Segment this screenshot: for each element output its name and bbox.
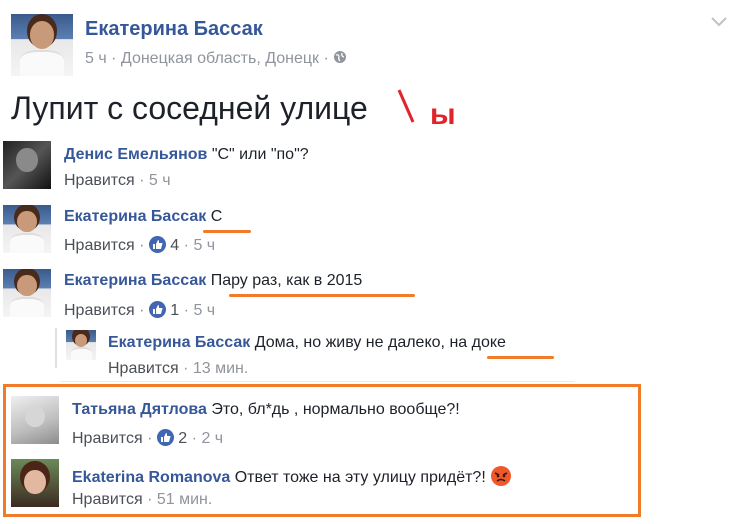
separator: · [139, 302, 145, 319]
avatar-face [16, 147, 38, 172]
post-meta: 5 ч · Донецкая область, Донецк · [85, 50, 347, 68]
like-link[interactable]: Нравится [72, 491, 143, 508]
avatar-face [25, 405, 45, 428]
post-text: Лупит с соседней улице [11, 90, 368, 126]
annotation-underline [203, 230, 251, 233]
comment-body: Екатерина Бассак Дома, но живу не далеко… [108, 334, 506, 352]
separator: · [147, 430, 153, 447]
comment-time[interactable]: 5 ч [193, 302, 215, 319]
comment-avatar[interactable] [11, 459, 59, 507]
comment-time[interactable]: 2 ч [201, 430, 223, 447]
comment-author[interactable]: Денис Емельянов [64, 146, 207, 163]
post-author-name[interactable]: Екатерина Бассак [85, 18, 263, 41]
comment-text: "С" или "по"? [211, 146, 309, 163]
comment-time[interactable]: 13 мин. [193, 360, 248, 377]
thumbs-up-icon [148, 301, 166, 318]
separator: · [147, 491, 153, 508]
comment-body: Денис Емельянов "С" или "по"? [64, 146, 309, 164]
avatar-face [17, 274, 37, 297]
comment-actions: Нравится · 13 мин. [108, 360, 248, 378]
meta-separator: · [323, 50, 334, 67]
meta-separator: · [111, 50, 121, 67]
separator: · [139, 237, 145, 254]
comment-time[interactable]: 5 ч [193, 237, 215, 254]
avatar-coat [20, 50, 64, 76]
post-author-avatar[interactable] [11, 14, 73, 76]
correction-letter: ы [430, 98, 456, 131]
separator: · [183, 237, 189, 254]
avatar-face [75, 333, 87, 348]
comment-body: Екатерина Бассак С [64, 208, 222, 226]
comment-text: Это, бл*дь , нормально вообще?! [211, 401, 460, 418]
comment-time[interactable]: 5 ч [149, 172, 171, 189]
like-link[interactable]: Нравится [108, 360, 179, 377]
comment-time[interactable]: 51 мин. [157, 491, 212, 508]
reply-thread-line [55, 328, 57, 368]
like-link[interactable]: Нравится [64, 172, 135, 189]
thumbs-up-icon [156, 429, 174, 446]
avatar-coat [10, 296, 44, 317]
separator: · [139, 172, 145, 189]
comment-body: Татьяна Дятлова Это, бл*дь , нормально в… [72, 401, 460, 419]
like-link[interactable]: Нравится [64, 237, 135, 254]
reply-avatar[interactable] [66, 330, 96, 360]
comment-avatar[interactable] [11, 396, 59, 444]
comment-actions: Нравится · 4 · 5 ч [64, 236, 215, 255]
comment-avatar[interactable] [3, 269, 51, 317]
comment-body: Ekaterina Romanova Ответ тоже на эту ули… [72, 465, 512, 487]
avatar-face [24, 469, 46, 494]
like-link[interactable]: Нравится [72, 430, 143, 447]
separator: · [191, 430, 197, 447]
separator: · [183, 360, 189, 377]
comment-author[interactable]: Ekaterina Romanova [72, 469, 230, 486]
comment-avatar[interactable] [3, 141, 51, 189]
divider [60, 381, 575, 382]
comment-actions: Нравится · 51 мин. [72, 491, 212, 509]
comment-text-highlight: на доке [449, 334, 506, 351]
comment-body: Екатерина Бассак Пару раз, как в 2015 [64, 272, 362, 290]
annotation-underline [229, 294, 415, 297]
avatar-face [17, 210, 37, 233]
angry-emoji-icon [491, 466, 512, 486]
annotation-underline [487, 356, 554, 359]
comment-author[interactable]: Екатерина Бассак [108, 334, 250, 351]
comment-author[interactable]: Татьяна Дятлова [72, 401, 207, 418]
avatar-face [29, 21, 55, 50]
thumbs-up-icon [148, 236, 166, 253]
comment-actions: Нравится · 5 ч [64, 172, 171, 190]
avatar-coat [70, 346, 92, 360]
avatar-coat [10, 232, 44, 253]
comment-text: Пару раз, как в 2015 [210, 272, 363, 289]
post-location[interactable]: Донецкая область, Донецк [121, 50, 319, 67]
comment-text: С [210, 208, 223, 225]
comment-actions: Нравится · 2 · 2 ч [72, 429, 223, 448]
comment-text: Ответ тоже на эту улицу придёт?! [234, 469, 486, 486]
comment-avatar[interactable] [3, 205, 51, 253]
comment-author[interactable]: Екатерина Бассак [64, 208, 206, 225]
like-link[interactable]: Нравится [64, 302, 135, 319]
like-count[interactable]: 4 [170, 237, 179, 254]
comment-actions: Нравится · 1 · 5 ч [64, 301, 215, 320]
separator: · [183, 302, 189, 319]
comment-text: Дома, но живу не далеко, [254, 334, 445, 351]
comment-author[interactable]: Екатерина Бассак [64, 272, 206, 289]
correction-slash [397, 89, 415, 123]
chevron-down-icon[interactable] [711, 17, 727, 27]
like-count[interactable]: 2 [178, 430, 187, 447]
like-count[interactable]: 1 [170, 302, 179, 319]
globe-icon[interactable] [333, 50, 347, 64]
post-time[interactable]: 5 ч [85, 50, 107, 67]
